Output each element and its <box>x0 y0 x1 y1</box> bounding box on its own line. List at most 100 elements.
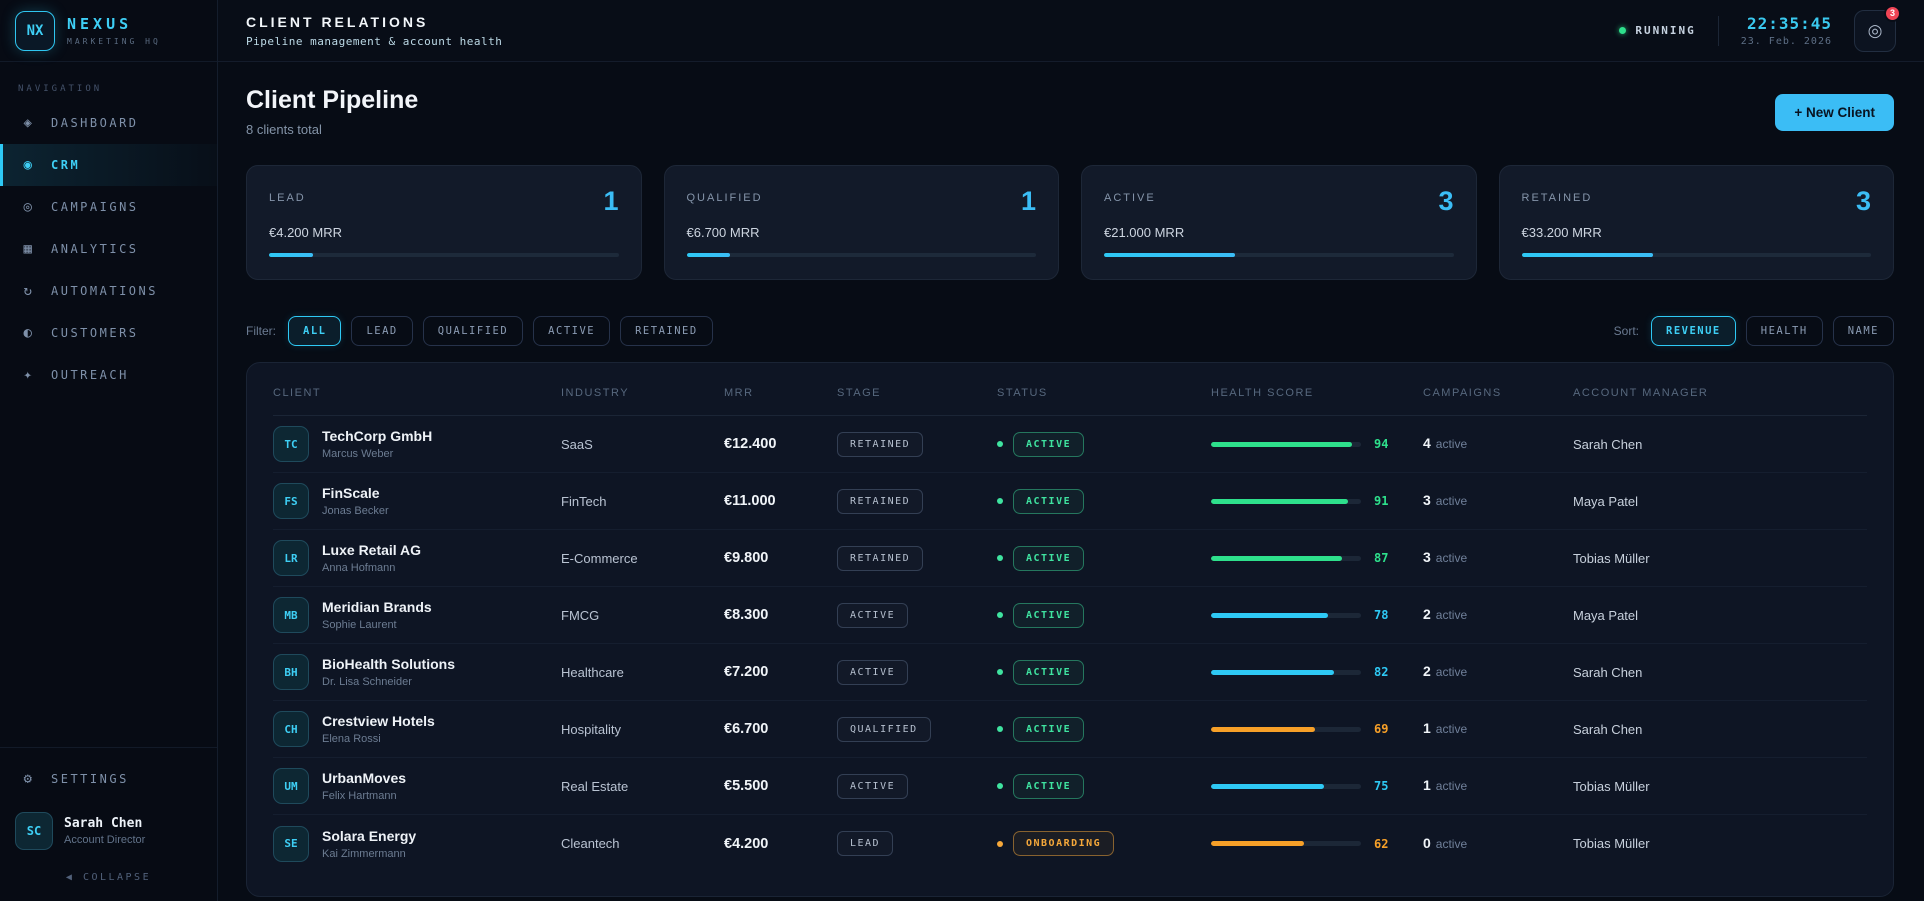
account-manager-cell: Tobias Müller <box>1573 551 1867 566</box>
client-contact: Kai Zimmermann <box>322 848 416 860</box>
health-bar-fill <box>1211 556 1342 561</box>
stat-progress-fill <box>1104 253 1235 257</box>
campaigns-suffix: active <box>1436 608 1467 622</box>
mrr-cell: €11.000 <box>724 493 837 509</box>
page-title: Client Pipeline <box>246 86 418 115</box>
sort-label: Sort: <box>1614 324 1639 338</box>
table-row[interactable]: SESolara EnergyKai ZimmermannCleantech€4… <box>273 815 1867 872</box>
status-badge: ACTIVE <box>1013 546 1084 571</box>
column-header-account-manager: ACCOUNT MANAGER <box>1573 387 1867 399</box>
filter-pill-qualified[interactable]: QUALIFIED <box>423 316 523 346</box>
filter-pill-all[interactable]: ALL <box>288 316 341 346</box>
account-manager-cell: Sarah Chen <box>1573 437 1867 452</box>
clock-time: 22:35:45 <box>1741 14 1832 33</box>
campaigns-suffix: active <box>1436 494 1467 508</box>
notifications-button[interactable]: ◎ 3 <box>1854 10 1896 52</box>
stage-cell: LEAD <box>837 831 997 856</box>
status-cell: ACTIVE <box>997 603 1211 628</box>
health-bar-track <box>1211 442 1361 447</box>
stat-card-retained[interactable]: RETAINED3€33.200 MRR <box>1499 165 1895 280</box>
campaigns-count: 2 <box>1423 663 1431 679</box>
status-dot <box>1619 27 1626 34</box>
stat-mrr: €4.200 MRR <box>269 225 619 240</box>
user-profile[interactable]: SC Sarah Chen Account Director <box>0 800 217 860</box>
sidebar-item-settings[interactable]: ⚙ SETTINGS <box>0 758 217 800</box>
client-avatar: TC <box>273 426 309 462</box>
filter-pill-group: ALL LEAD QUALIFIED ACTIVE RETAINED <box>288 316 713 346</box>
health-bar-fill <box>1211 784 1324 789</box>
mrr-cell: €6.700 <box>724 721 837 737</box>
sort-pill-name[interactable]: NAME <box>1833 316 1894 346</box>
client-identity: Solara EnergyKai Zimmermann <box>322 828 416 860</box>
notification-count-badge: 3 <box>1884 5 1901 22</box>
filter-pill-active[interactable]: ACTIVE <box>533 316 610 346</box>
dashboard-icon: ◈ <box>21 115 37 131</box>
client-name: TechCorp GmbH <box>322 428 432 444</box>
mrr-cell: €4.200 <box>724 836 837 852</box>
status-cell: ACTIVE <box>997 717 1211 742</box>
table-row[interactable]: BHBioHealth SolutionsDr. Lisa SchneiderH… <box>273 644 1867 701</box>
status-label: RUNNING <box>1635 24 1695 37</box>
stat-label: RETAINED <box>1522 186 1593 204</box>
user-role: Account Director <box>64 834 145 846</box>
sort-pill-revenue[interactable]: REVENUE <box>1651 316 1736 346</box>
health-score-value: 94 <box>1374 437 1388 451</box>
sidebar-item-automations[interactable]: ↻AUTOMATIONS <box>0 270 217 312</box>
client-table: CLIENTINDUSTRYMRRSTAGESTATUSHEALTH SCORE… <box>246 362 1894 897</box>
campaigns-count: 1 <box>1423 720 1431 736</box>
client-avatar: UM <box>273 768 309 804</box>
client-contact: Jonas Becker <box>322 505 389 517</box>
table-row[interactable]: TCTechCorp GmbHMarcus WeberSaaS€12.400RE… <box>273 416 1867 473</box>
client-avatar: BH <box>273 654 309 690</box>
sidebar-item-analytics[interactable]: ▦ANALYTICS <box>0 228 217 270</box>
stat-card-lead[interactable]: LEAD1€4.200 MRR <box>246 165 642 280</box>
table-row[interactable]: FSFinScaleJonas BeckerFinTech€11.000RETA… <box>273 473 1867 530</box>
table-row[interactable]: UMUrbanMovesFelix HartmannReal Estate€5.… <box>273 758 1867 815</box>
status-dot <box>997 726 1003 732</box>
client-avatar: CH <box>273 711 309 747</box>
status-badge: ONBOARDING <box>1013 831 1114 856</box>
avatar: SC <box>15 812 53 850</box>
new-client-button[interactable]: + New Client <box>1775 94 1894 131</box>
collapse-button[interactable]: ◀ COLLAPSE <box>0 860 217 891</box>
column-header-campaigns: CAMPAIGNS <box>1423 387 1573 399</box>
filter-pill-lead[interactable]: LEAD <box>351 316 412 346</box>
status-dot <box>997 612 1003 618</box>
sidebar-item-campaigns[interactable]: ◎CAMPAIGNS <box>0 186 217 228</box>
mrr-cell: €9.800 <box>724 550 837 566</box>
table-row[interactable]: LRLuxe Retail AGAnna HofmannE-Commerce€9… <box>273 530 1867 587</box>
clock: 22:35:45 23. Feb. 2026 <box>1741 14 1832 47</box>
status-dot <box>997 783 1003 789</box>
stat-mrr: €33.200 MRR <box>1522 225 1872 240</box>
sidebar-item-label: OUTREACH <box>51 368 129 382</box>
stat-label: LEAD <box>269 186 306 204</box>
sidebar-item-dashboard[interactable]: ◈ DASHBOARD <box>0 102 217 144</box>
stage-badge: QUALIFIED <box>837 717 931 742</box>
sidebar-item-crm[interactable]: ◉CRM <box>0 144 217 186</box>
stat-card-qualified[interactable]: QUALIFIED1€6.700 MRR <box>664 165 1060 280</box>
stat-progress-track <box>1522 253 1872 257</box>
industry-cell: Real Estate <box>561 779 724 794</box>
sidebar-item-customers[interactable]: ◐CUSTOMERS <box>0 312 217 354</box>
stage-cell: ACTIVE <box>837 774 997 799</box>
stage-cell: RETAINED <box>837 489 997 514</box>
mrr-cell: €8.300 <box>724 607 837 623</box>
status-badge: ACTIVE <box>1013 603 1084 628</box>
client-identity: TechCorp GmbHMarcus Weber <box>322 428 432 460</box>
status-cell: ACTIVE <box>997 432 1211 457</box>
account-manager-cell: Maya Patel <box>1573 608 1867 623</box>
brand-block: NX NEXUS MARKETING HQ <box>0 0 217 62</box>
client-name: Meridian Brands <box>322 599 432 615</box>
table-row[interactable]: CHCrestview HotelsElena RossiHospitality… <box>273 701 1867 758</box>
table-row[interactable]: MBMeridian BrandsSophie LaurentFMCG€8.30… <box>273 587 1867 644</box>
sort-group: Sort: REVENUE HEALTH NAME <box>1614 316 1894 346</box>
stat-label: QUALIFIED <box>687 186 763 204</box>
status-cell: ONBOARDING <box>997 831 1211 856</box>
app-subtitle: Pipeline management & account health <box>246 35 502 48</box>
filter-pill-retained[interactable]: RETAINED <box>620 316 713 346</box>
sidebar-item-label: DASHBOARD <box>51 116 139 130</box>
sidebar-item-outreach[interactable]: ✦OUTREACH <box>0 354 217 396</box>
stat-card-active[interactable]: ACTIVE3€21.000 MRR <box>1081 165 1477 280</box>
sort-pill-health[interactable]: HEALTH <box>1746 316 1823 346</box>
app-title: CLIENT RELATIONS <box>246 14 502 30</box>
